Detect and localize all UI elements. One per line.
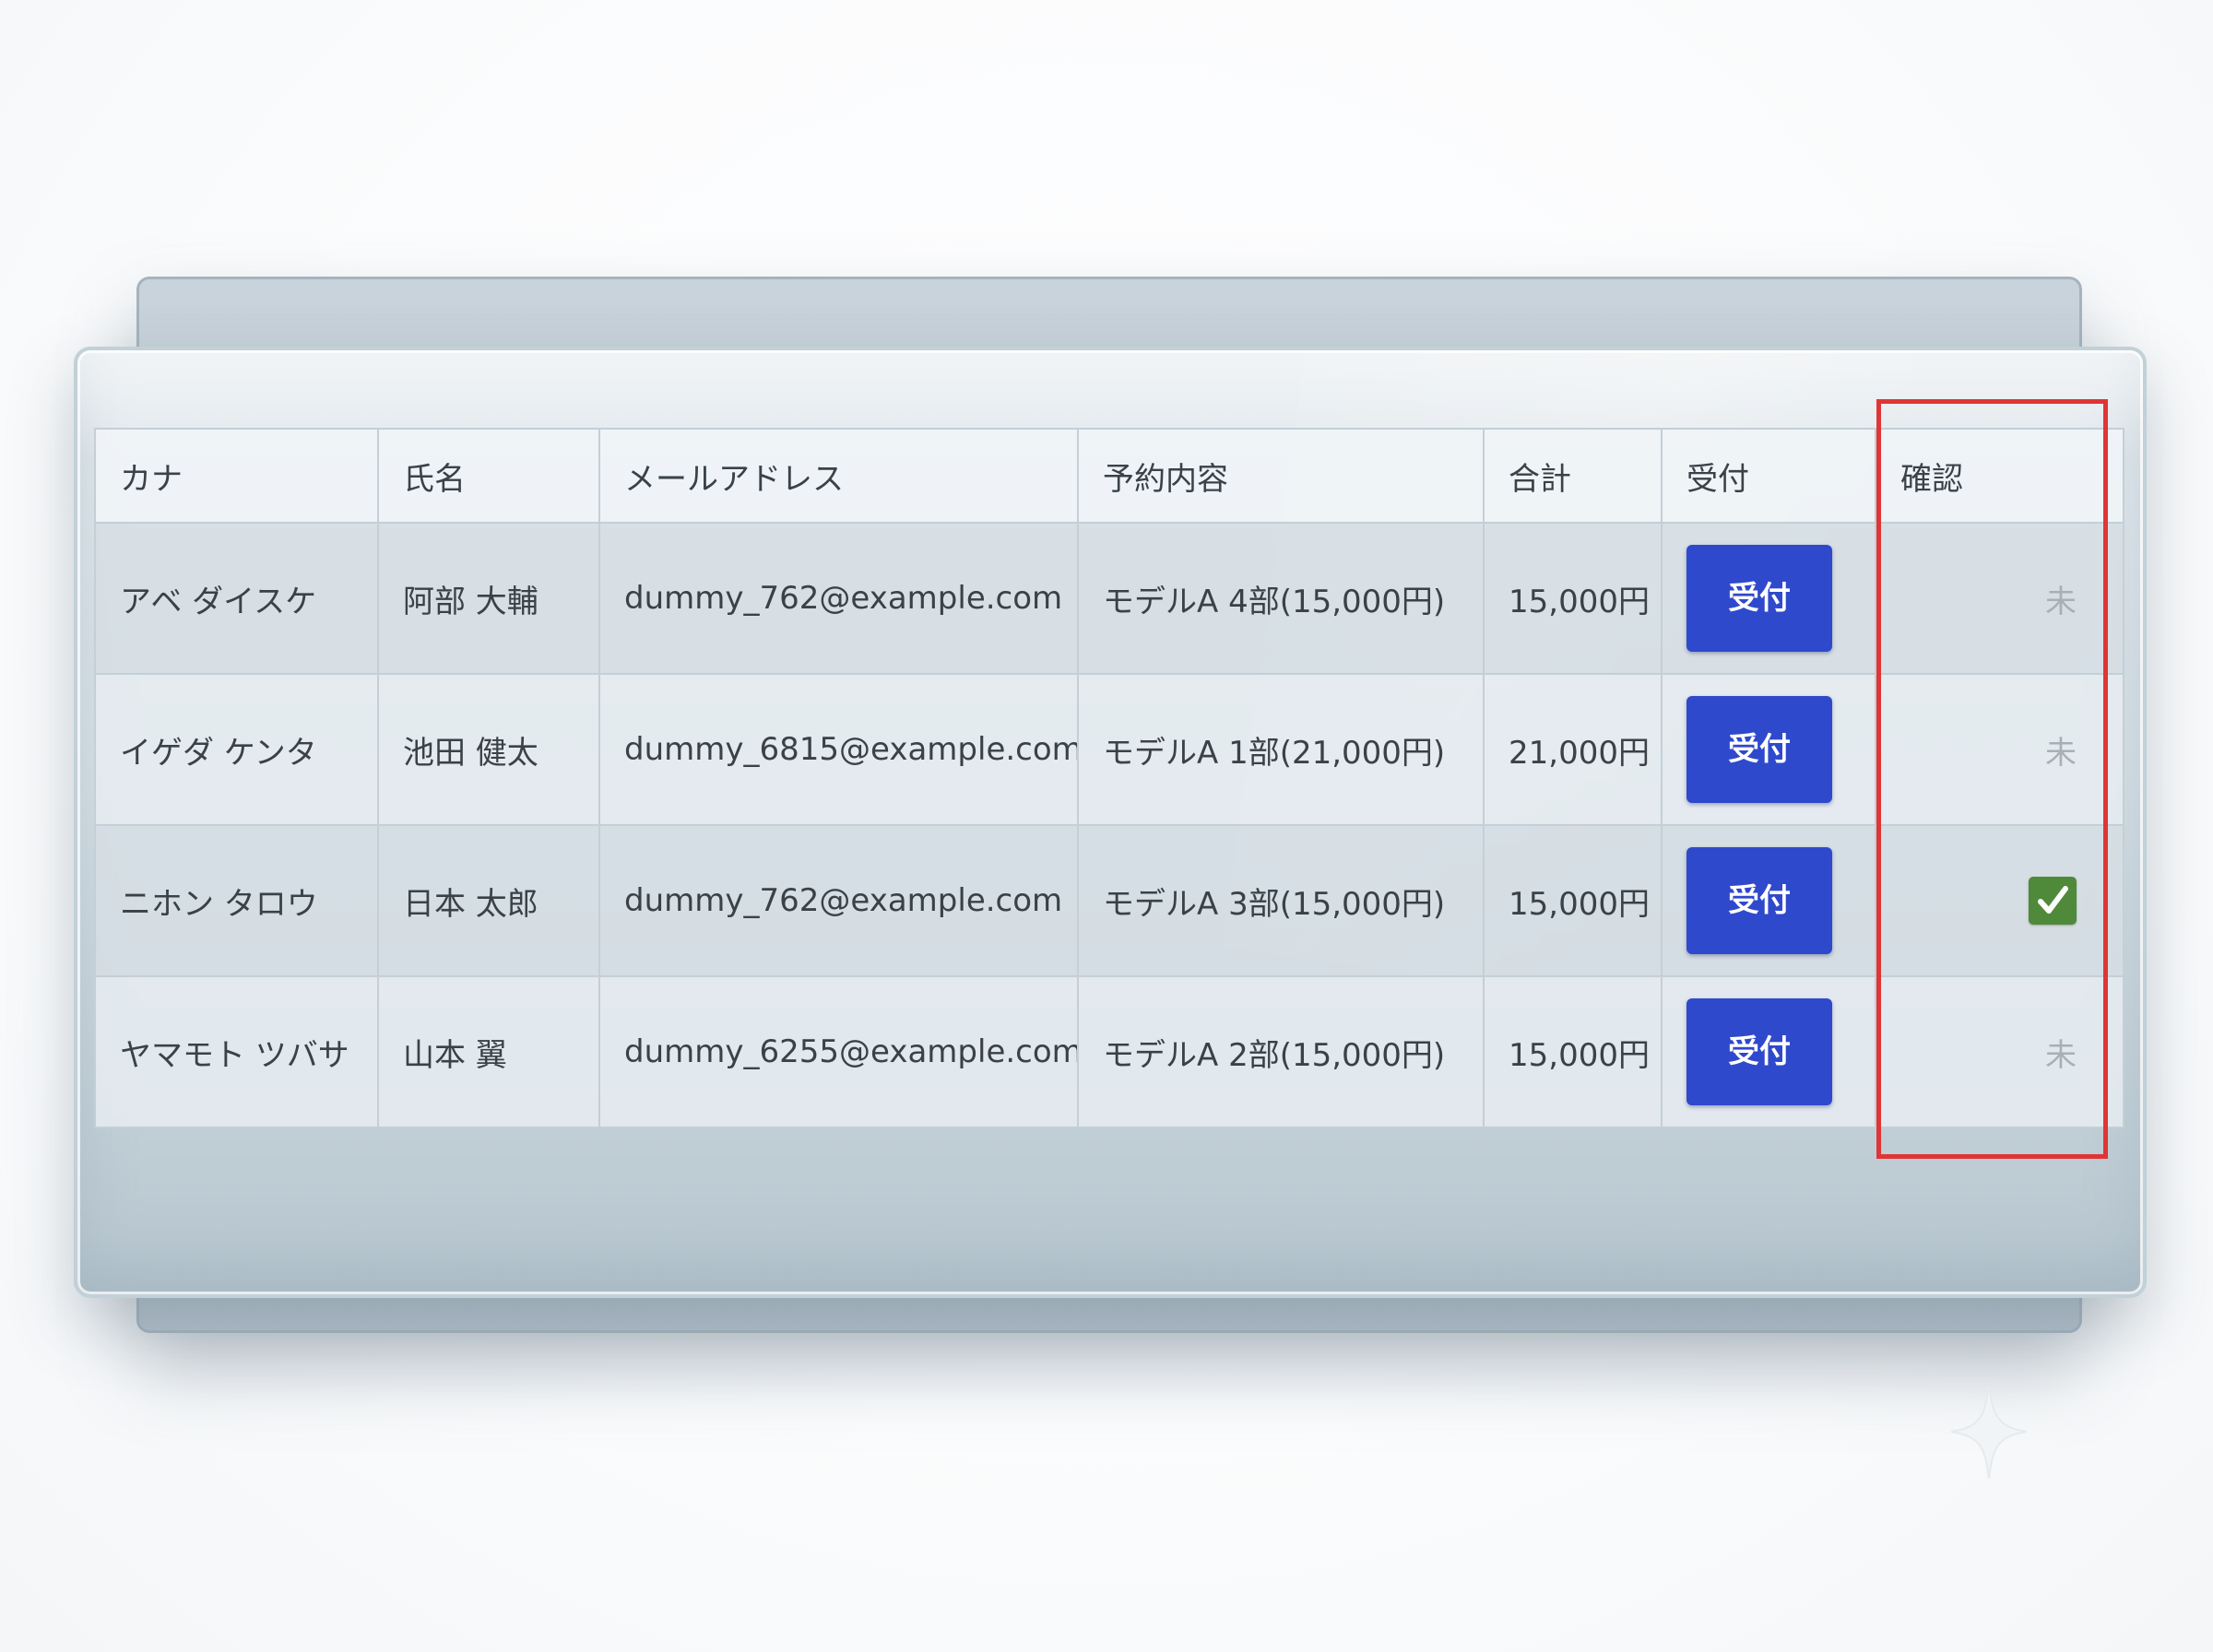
- cell-kana: アベ ダイスケ: [94, 522, 379, 675]
- sparkle-icon: [1950, 1384, 2028, 1480]
- reception-button[interactable]: 受付: [1686, 545, 1832, 652]
- cell-email: dummy_762@example.com: [598, 824, 1079, 977]
- header-email: メールアドレス: [598, 428, 1079, 524]
- cell-total: 15,000円: [1483, 975, 1663, 1128]
- cell-total: 15,000円: [1483, 824, 1663, 977]
- reception-button[interactable]: 受付: [1686, 847, 1832, 954]
- header-total: 合計: [1483, 428, 1663, 524]
- cell-total: 15,000円: [1483, 522, 1663, 675]
- cell-reservation: モデルA 4部(15,000円): [1077, 522, 1485, 675]
- cell-name: 阿部 大輔: [377, 522, 600, 675]
- reception-button[interactable]: 受付: [1686, 696, 1832, 803]
- cell-confirmation: 未: [1875, 975, 2124, 1128]
- cell-email: dummy_6815@example.com: [598, 673, 1079, 826]
- reception-button[interactable]: 受付: [1686, 998, 1832, 1105]
- cell-kana: ヤマモト ツバサ: [94, 975, 379, 1128]
- checkmark-glyph: [2038, 886, 2068, 914]
- cell-confirmation: 未: [1875, 522, 2124, 675]
- cell-reception: 受付: [1661, 522, 1876, 675]
- cell-reservation: モデルA 3部(15,000円): [1077, 824, 1485, 977]
- checkmark-icon[interactable]: [2029, 877, 2077, 925]
- cell-name: 日本 太郎: [377, 824, 600, 977]
- cell-name: 池田 健太: [377, 673, 600, 826]
- status-pending: 未: [2045, 1036, 2077, 1074]
- screenshot-stage: カナ 氏名 メールアドレス 予約内容 合計 受付 確認 アベ ダイスケ 阿部 大…: [0, 0, 2213, 1652]
- cell-total: 21,000円: [1483, 673, 1663, 826]
- cell-confirmation: 未: [1875, 673, 2124, 826]
- cell-reservation: モデルA 2部(15,000円): [1077, 975, 1485, 1128]
- cell-name: 山本 翼: [377, 975, 600, 1128]
- reservation-table: カナ 氏名 メールアドレス 予約内容 合計 受付 確認 アベ ダイスケ 阿部 大…: [94, 428, 2124, 1128]
- table-header-row: カナ 氏名 メールアドレス 予約内容 合計 受付 確認: [94, 428, 2124, 524]
- cell-kana: ニホン タロウ: [94, 824, 379, 977]
- status-pending: 未: [2045, 734, 2077, 772]
- header-reservation: 予約内容: [1077, 428, 1485, 524]
- cell-confirmation: [1875, 824, 2124, 977]
- header-reception: 受付: [1661, 428, 1876, 524]
- table-row: ヤマモト ツバサ 山本 翼 dummy_6255@example.com モデル…: [94, 975, 2124, 1128]
- cell-kana: イゲダ ケンタ: [94, 673, 379, 826]
- header-kana: カナ: [94, 428, 379, 524]
- cell-reception: 受付: [1661, 824, 1876, 977]
- header-name: 氏名: [377, 428, 600, 524]
- header-confirmation: 確認: [1875, 428, 2124, 524]
- cell-email: dummy_6255@example.com: [598, 975, 1079, 1128]
- table-row: ニホン タロウ 日本 太郎 dummy_762@example.com モデルA…: [94, 824, 2124, 977]
- table-row: イゲダ ケンタ 池田 健太 dummy_6815@example.com モデル…: [94, 673, 2124, 826]
- cell-reservation: モデルA 1部(21,000円): [1077, 673, 1485, 826]
- cell-reception: 受付: [1661, 975, 1876, 1128]
- status-pending: 未: [2045, 583, 2077, 620]
- cell-reception: 受付: [1661, 673, 1876, 826]
- table-row: アベ ダイスケ 阿部 大輔 dummy_762@example.com モデルA…: [94, 522, 2124, 675]
- cell-email: dummy_762@example.com: [598, 522, 1079, 675]
